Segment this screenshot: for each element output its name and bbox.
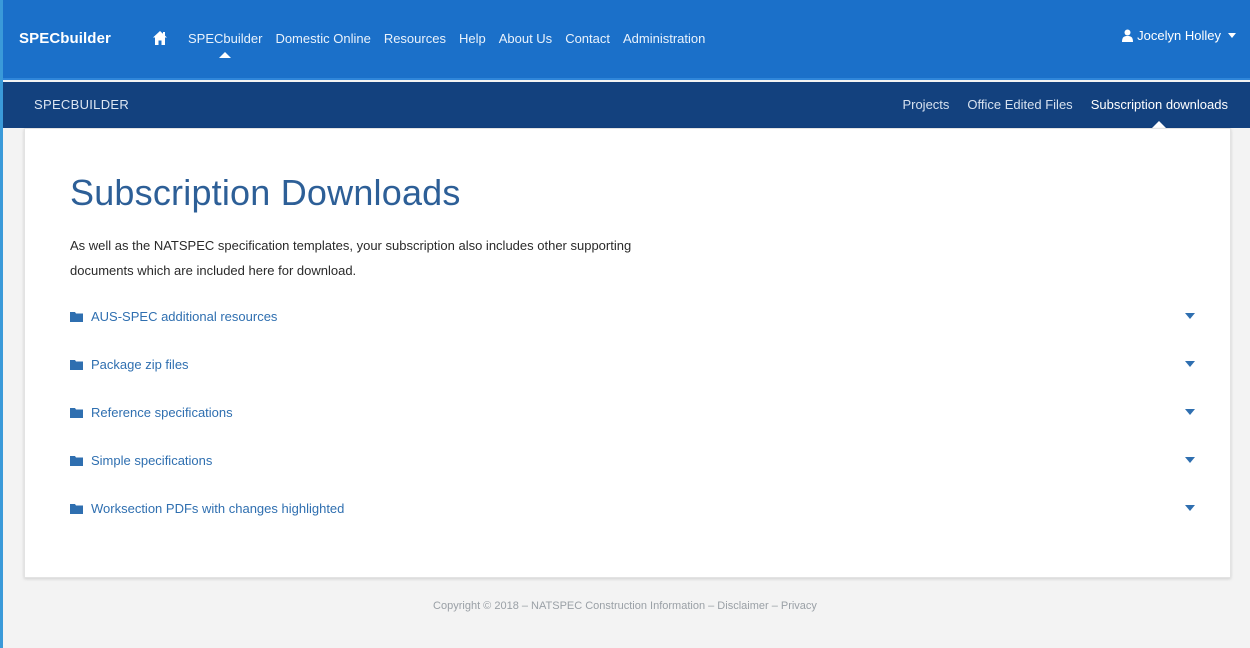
page-title: Subscription Downloads: [70, 172, 461, 213]
intro-line-1: As well as the NATSPEC specification tem…: [70, 238, 632, 253]
intro-text: As well as the NATSPEC specification tem…: [70, 233, 830, 283]
nav-domestic-online[interactable]: Domestic Online: [275, 31, 370, 46]
download-item-label: AUS-SPEC additional resources: [91, 309, 278, 324]
chevron-down-icon[interactable]: [1185, 361, 1195, 367]
folder-icon: [70, 504, 83, 514]
chevron-down-icon: [1228, 33, 1236, 38]
download-item-label: Package zip files: [91, 357, 189, 372]
top-navbar: SPECbuilder SPECbuilder Domestic Online …: [3, 0, 1250, 80]
download-item-label: Reference specifications: [91, 405, 233, 420]
folder-icon: [70, 408, 83, 418]
main-nav: SPECbuilder Domestic Online Resources He…: [188, 31, 718, 58]
section-navbar: SPECBUILDER Projects Office Edited Files…: [3, 82, 1250, 128]
tab-office-edited-files[interactable]: Office Edited Files: [967, 97, 1072, 112]
footer-copyright: Copyright © 2018 – NATSPEC Construction …: [433, 600, 817, 612]
download-item-label: Worksection PDFs with changes highlighte…: [91, 501, 345, 516]
nav-help[interactable]: Help: [459, 31, 486, 46]
user-icon: [1122, 29, 1134, 42]
download-list: AUS-SPEC additional resources Package zi…: [70, 309, 1195, 549]
nav-about-us[interactable]: About Us: [499, 31, 552, 46]
download-item-reference-specs[interactable]: Reference specifications: [70, 405, 1195, 453]
chevron-down-icon[interactable]: [1185, 505, 1195, 511]
user-menu[interactable]: Jocelyn Holley: [1122, 28, 1236, 43]
download-item-package-zip[interactable]: Package zip files: [70, 357, 1195, 405]
tab-projects[interactable]: Projects: [902, 97, 949, 112]
chevron-down-icon[interactable]: [1185, 409, 1195, 415]
download-item-aus-spec[interactable]: AUS-SPEC additional resources: [70, 309, 1195, 357]
folder-icon: [70, 456, 83, 466]
home-icon[interactable]: [152, 30, 168, 46]
brand-logo[interactable]: SPECbuilder: [19, 30, 111, 47]
section-title: SPECBUILDER: [34, 97, 130, 112]
download-item-worksection-pdfs[interactable]: Worksection PDFs with changes highlighte…: [70, 501, 1195, 549]
download-item-simple-specs[interactable]: Simple specifications: [70, 453, 1195, 501]
nav-administration[interactable]: Administration: [623, 31, 705, 46]
section-nav: Projects Office Edited Files Subscriptio…: [902, 97, 1228, 128]
content-card: Subscription Downloads As well as the NA…: [24, 128, 1231, 578]
tab-subscription-downloads[interactable]: Subscription downloads: [1091, 97, 1228, 128]
folder-icon: [70, 360, 83, 370]
nav-specbuilder[interactable]: SPECbuilder: [188, 31, 262, 58]
chevron-down-icon[interactable]: [1185, 313, 1195, 319]
download-item-label: Simple specifications: [91, 453, 213, 468]
nav-resources[interactable]: Resources: [384, 31, 446, 46]
chevron-down-icon[interactable]: [1185, 457, 1195, 463]
nav-contact[interactable]: Contact: [565, 31, 610, 46]
folder-icon: [70, 312, 83, 322]
user-name: Jocelyn Holley: [1137, 28, 1221, 43]
intro-line-2: documents which are included here for do…: [70, 263, 357, 278]
